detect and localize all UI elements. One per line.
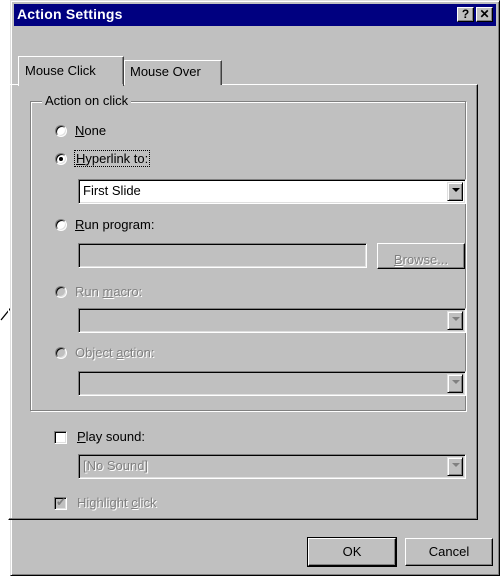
- tab-join: [20, 84, 123, 87]
- question-icon: ?: [461, 7, 470, 21]
- browse-button[interactable]: Browse...: [377, 243, 465, 269]
- object-action-label: Object action:: [75, 345, 155, 360]
- hyperlink-dropdown-button[interactable]: [447, 182, 463, 201]
- dialog-title: Action Settings: [17, 6, 123, 22]
- none-label[interactable]: None: [75, 123, 106, 138]
- none-radio[interactable]: [55, 125, 67, 137]
- object-action-radio[interactable]: [55, 347, 67, 359]
- hyperlink-dropdown[interactable]: First Slide: [78, 179, 466, 204]
- run-program-radio[interactable]: [55, 219, 67, 231]
- chevron-down-icon: [452, 317, 460, 321]
- object-action-dropdown-button[interactable]: [447, 374, 463, 393]
- run-macro-dropdown[interactable]: [78, 308, 466, 333]
- sound-dropdown[interactable]: [No Sound]: [78, 454, 466, 479]
- checkmark-icon: ✔: [56, 495, 67, 509]
- chevron-down-icon: [452, 188, 460, 192]
- title-bar[interactable]: Action Settings ? ✕: [14, 4, 496, 26]
- chevron-down-icon: [452, 463, 460, 467]
- run-macro-label: Run macro:: [75, 284, 143, 299]
- hyperlink-label[interactable]: Hyperlink to:: [73, 150, 151, 167]
- run-program-label[interactable]: Run program:: [75, 217, 154, 232]
- run-program-input[interactable]: [78, 243, 367, 268]
- radio-dot: [59, 157, 63, 161]
- hyperlink-radio[interactable]: [55, 153, 67, 165]
- tab-mouse-click[interactable]: Mouse Click: [18, 56, 124, 86]
- close-icon: ✕: [479, 7, 490, 21]
- tab-mouse-over[interactable]: Mouse Over: [124, 60, 222, 85]
- help-button[interactable]: ?: [457, 7, 474, 22]
- close-button[interactable]: ✕: [476, 7, 493, 22]
- play-sound-checkbox[interactable]: [54, 431, 67, 444]
- object-action-dropdown[interactable]: [78, 371, 466, 396]
- sound-dropdown-button[interactable]: [447, 457, 463, 476]
- run-macro-dropdown-button[interactable]: [447, 311, 463, 330]
- run-macro-radio[interactable]: [55, 286, 67, 298]
- highlight-click-label: Highlight click: [77, 495, 157, 510]
- ok-button[interactable]: OK: [307, 537, 397, 567]
- chevron-down-icon: [452, 380, 460, 384]
- highlight-click-checkbox[interactable]: ✔: [54, 495, 67, 510]
- group-legend: Action on click: [42, 93, 132, 108]
- cancel-button[interactable]: Cancel: [405, 538, 493, 566]
- play-sound-label[interactable]: Play sound:: [77, 429, 145, 444]
